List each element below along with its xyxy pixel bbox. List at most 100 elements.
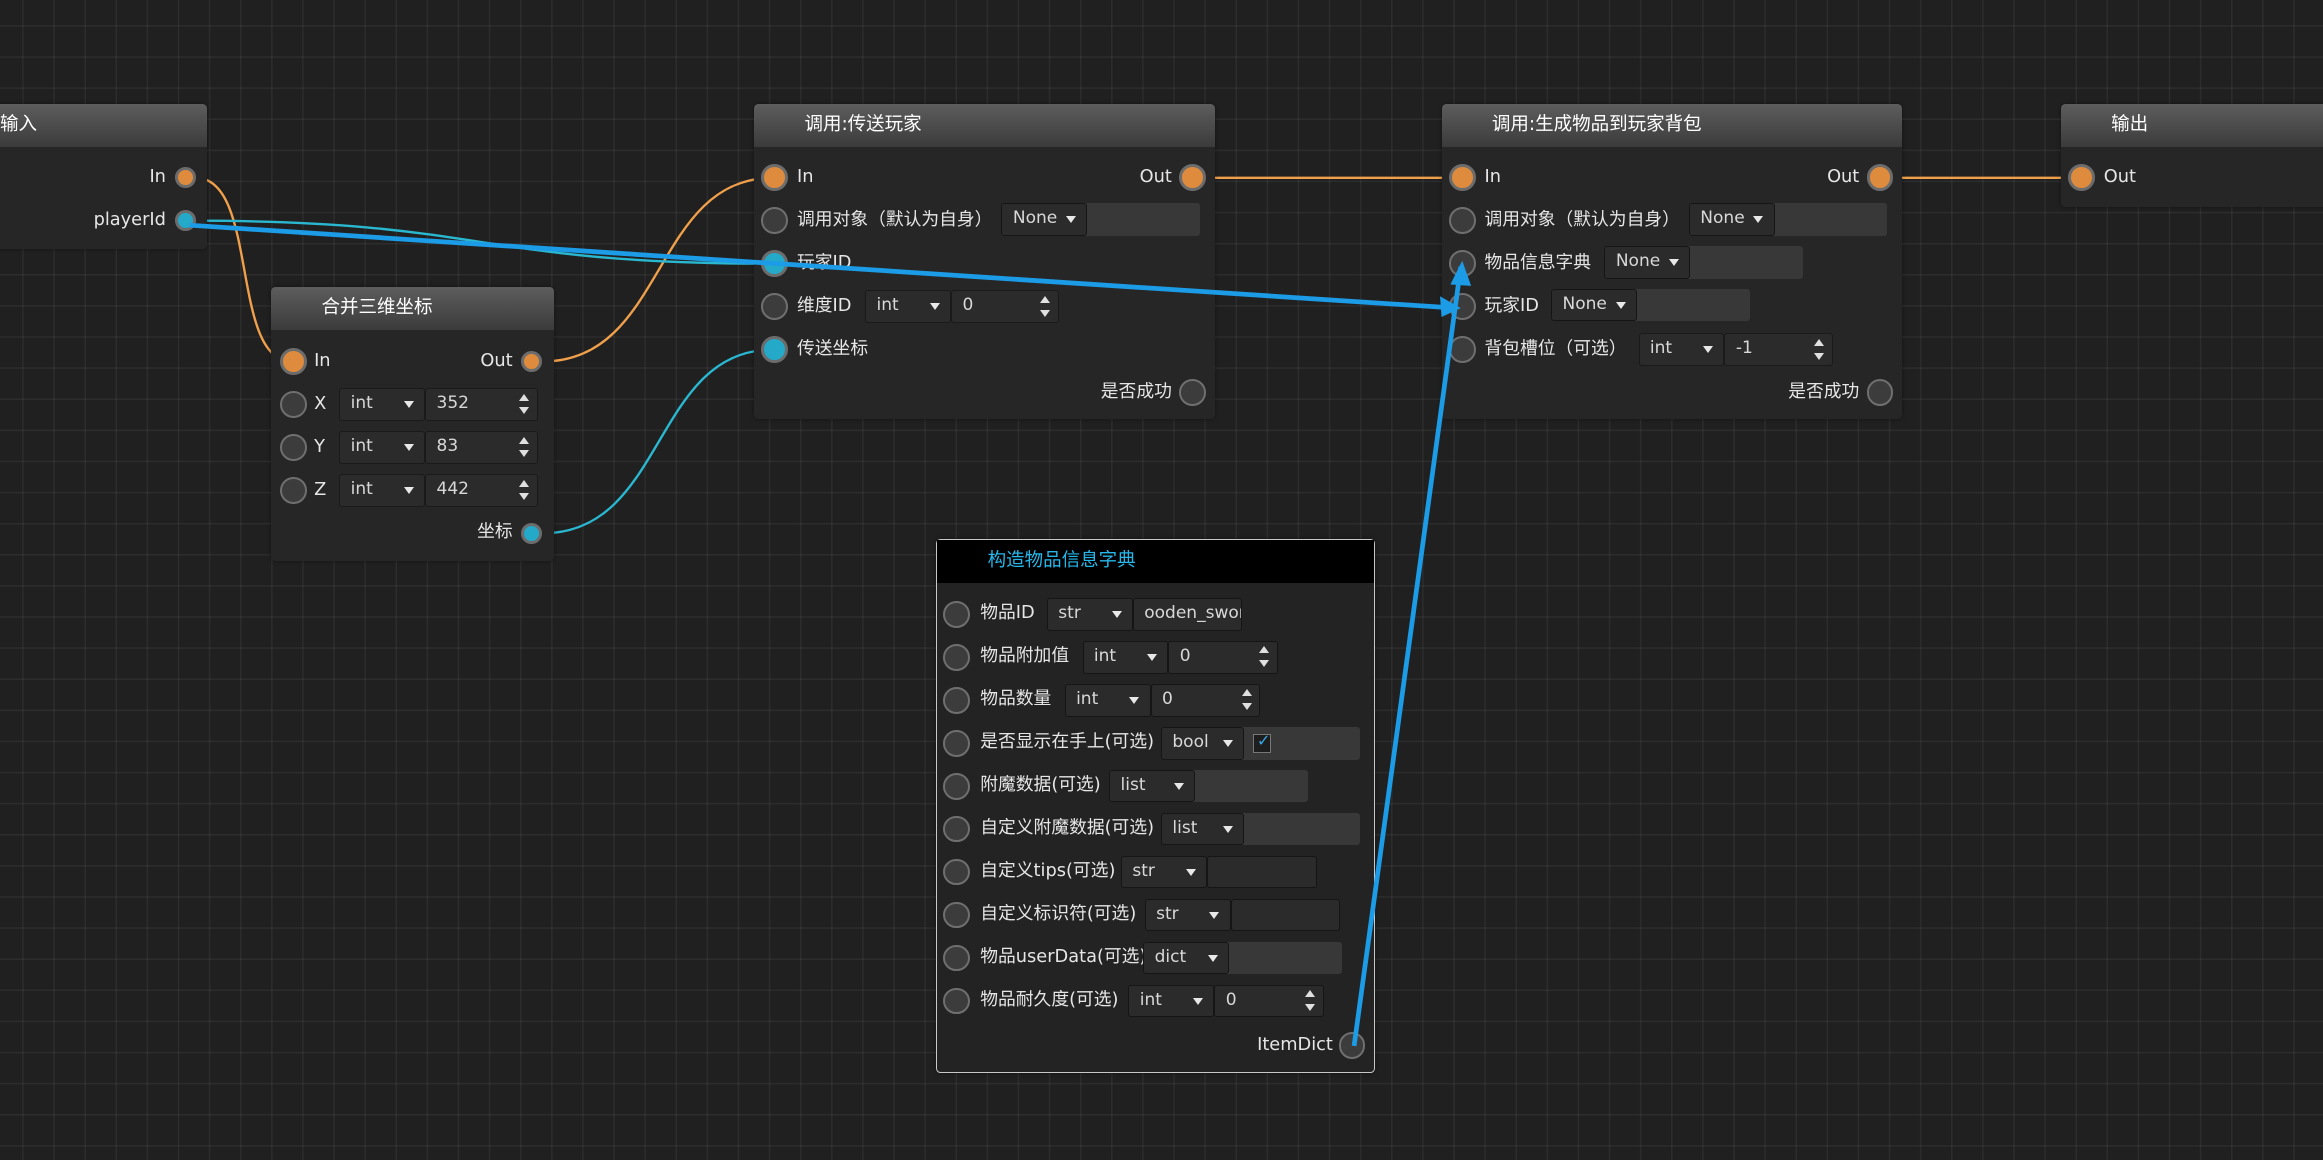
checkmark-icon: ✓ (1256, 730, 1271, 750)
spawn-in-port[interactable] (1448, 164, 1476, 192)
itemdict-row-value-spinbox[interactable]: 0 (1214, 984, 1324, 1018)
spawn-item-node[interactable]: 调用:生成物品到玩家背包 In Out 调用对象（默认为自身） None 物品信… (1441, 103, 1903, 420)
combine-z-value-spinbox[interactable]: 442 (425, 474, 538, 507)
combine-y-value-spinbox[interactable]: 83 (425, 431, 538, 464)
combine-coord-port[interactable] (521, 522, 543, 544)
teleport-target-port[interactable] (761, 207, 789, 235)
spawn-dict-label: 物品信息字典 (1484, 252, 1592, 273)
combine-vector-node[interactable]: 合并三维坐标 In Out X int 352 Y int 83 Z int 4… (271, 287, 555, 562)
combine-x-value-spinbox[interactable]: 352 (425, 388, 538, 421)
itemdict-out-port[interactable] (1338, 1032, 1366, 1059)
itemdict-row-type-dropdown[interactable]: str (1144, 898, 1231, 932)
spin-arrows-icon[interactable] (1040, 296, 1051, 317)
output-node[interactable]: 输出 Out (2060, 103, 2323, 208)
itemdict-row-label: 物品ID (980, 603, 1035, 624)
input-node[interactable]: 输入 In playerId (0, 103, 208, 249)
chevron-down-icon (1222, 825, 1233, 833)
spin-arrows-icon[interactable] (1241, 689, 1252, 710)
spawn-slot-type-dropdown[interactable]: int (1638, 333, 1725, 366)
combine-in-port[interactable] (279, 348, 307, 375)
teleport-target-label: 调用对象（默认为自身） (797, 209, 993, 230)
spawn-playerid-dropdown[interactable]: None (1551, 288, 1638, 322)
spawn-target-port[interactable] (1448, 207, 1476, 235)
itemdict-row-type-dropdown[interactable]: str (1121, 855, 1207, 889)
itemdict-row-port[interactable] (943, 901, 970, 929)
itemdict-row-port[interactable] (943, 858, 970, 886)
input-playerid-port[interactable] (174, 210, 196, 232)
combine-out-port[interactable] (521, 351, 543, 372)
combine-x-port[interactable] (279, 391, 307, 418)
teleport-playerid-label: 玩家ID (797, 252, 852, 273)
itemdict-row-type-dropdown[interactable]: int (1064, 683, 1151, 717)
spawn-success-port[interactable] (1866, 379, 1894, 406)
build-item-dict-node[interactable]: 构造物品信息字典 物品IDstrooden_sword物品附加值int0物品数量… (936, 539, 1376, 1074)
chevron-down-icon (403, 400, 414, 408)
spin-arrows-icon[interactable] (519, 436, 529, 458)
itemdict-row-port[interactable] (943, 815, 970, 843)
itemdict-row-type-dropdown[interactable]: list (1109, 769, 1196, 803)
teleport-target-dropdown[interactable]: None (1001, 202, 1088, 236)
itemdict-row-checkbox[interactable]: ✓ (1252, 730, 1272, 753)
itemdict-row-type-dropdown[interactable]: int (1128, 984, 1215, 1018)
itemdict-row-type-dropdown[interactable]: int (1082, 641, 1169, 674)
itemdict-row-port[interactable] (943, 987, 970, 1015)
spawn-target-label: 调用对象（默认为自身） (1484, 209, 1680, 230)
output-out-port[interactable] (2068, 164, 2095, 192)
itemdict-row-type-dropdown[interactable]: str (1046, 598, 1133, 631)
input-node-title[interactable]: 输入 (0, 103, 208, 147)
spawn-dict-port[interactable] (1448, 250, 1476, 278)
chevron-down-icon (1111, 610, 1122, 618)
input-in-port[interactable] (174, 167, 196, 189)
itemdict-row-type-dropdown[interactable]: list (1161, 812, 1244, 846)
itemdict-row-label: 物品数量 (980, 689, 1052, 710)
itemdict-row-type-dropdown[interactable]: bool (1161, 726, 1244, 760)
itemdict-row-port[interactable] (943, 686, 970, 714)
spawn-playerid-port[interactable] (1448, 293, 1476, 320)
spawn-slot-port[interactable] (1448, 336, 1476, 363)
itemdict-row-port[interactable] (943, 729, 970, 757)
itemdict-row-port[interactable] (943, 944, 970, 972)
spin-arrows-icon[interactable] (519, 479, 529, 501)
chevron-down-icon (1615, 301, 1626, 309)
teleport-pos-port[interactable] (761, 336, 789, 363)
spawn-node-title[interactable]: 调用:生成物品到玩家背包 (1441, 103, 1903, 147)
combine-y-port[interactable] (279, 434, 307, 461)
itemdict-row-port[interactable] (943, 772, 970, 800)
teleport-success-port[interactable] (1179, 379, 1206, 406)
itemdict-row-label: 自定义附魔数据(可选) (980, 818, 1155, 839)
spawn-slot-value-spinbox[interactable]: -1 (1724, 333, 1833, 366)
chevron-down-icon (1753, 215, 1764, 223)
itemdict-row-value-spinbox[interactable]: 0 (1168, 641, 1279, 674)
combine-node-title[interactable]: 合并三维坐标 (271, 287, 555, 331)
output-node-title[interactable]: 输出 (2060, 103, 2323, 147)
itemdict-row-type-dropdown[interactable]: dict (1143, 941, 1230, 975)
teleport-dim-type-dropdown[interactable]: int (865, 290, 952, 323)
spawn-dict-dropdown[interactable]: None (1604, 245, 1691, 279)
combine-z-type-dropdown[interactable]: int (339, 474, 426, 507)
itemdict-row-value-spinbox[interactable]: 0 (1150, 683, 1261, 717)
itemdict-row-value-input[interactable] (1230, 898, 1341, 932)
itemdict-node-title[interactable]: 构造物品信息字典 (937, 540, 1375, 584)
teleport-success-label: 是否成功 (1100, 381, 1172, 402)
teleport-in-port[interactable] (761, 164, 789, 192)
teleport-player-node[interactable]: 调用:传送玩家 In Out 调用对象（默认为自身） None 玩家ID 维度I… (754, 103, 1215, 420)
spin-arrows-icon[interactable] (1813, 339, 1824, 360)
spin-arrows-icon[interactable] (519, 393, 529, 415)
teleport-node-title[interactable]: 调用:传送玩家 (754, 103, 1215, 147)
combine-z-port[interactable] (279, 477, 307, 504)
combine-y-type-dropdown[interactable]: int (339, 431, 426, 464)
itemdict-row-value-input[interactable]: ooden_sword (1132, 598, 1243, 631)
itemdict-row-value-input[interactable] (1206, 855, 1317, 889)
spin-arrows-icon[interactable] (1305, 990, 1316, 1011)
teleport-out-port[interactable] (1179, 164, 1206, 192)
spawn-target-dropdown[interactable]: None (1688, 202, 1775, 236)
itemdict-row-port[interactable] (943, 643, 970, 671)
teleport-dim-port[interactable] (761, 293, 789, 320)
combine-x-type-dropdown[interactable]: int (339, 388, 426, 421)
itemdict-row-port[interactable] (943, 601, 970, 628)
graph-canvas[interactable]: 输入 In playerId 合并三维坐标 In Out X int 352 Y… (0, 0, 2323, 1160)
teleport-playerid-port[interactable] (761, 250, 789, 278)
spin-arrows-icon[interactable] (1259, 646, 1270, 667)
teleport-dim-value-spinbox[interactable]: 0 (951, 290, 1060, 323)
spawn-out-port[interactable] (1866, 164, 1894, 192)
